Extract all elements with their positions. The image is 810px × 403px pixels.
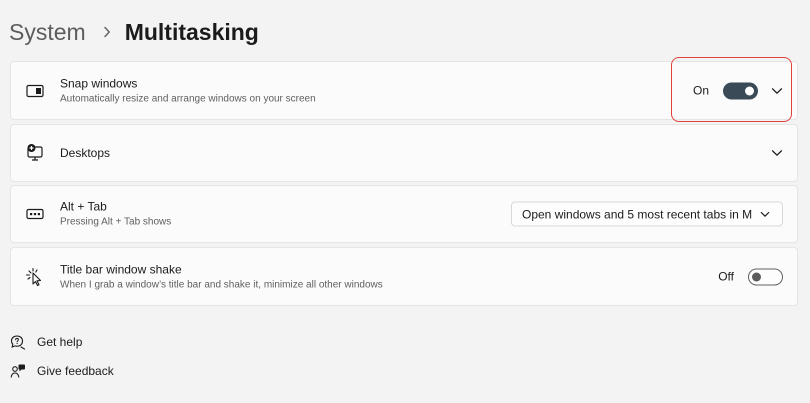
help-icon — [10, 334, 26, 350]
snap-windows-text: Snap windows Automatically resize and ar… — [60, 75, 316, 106]
desktops-text: Desktops — [60, 145, 110, 161]
toggle-knob — [752, 272, 761, 281]
alt-tab-description: Pressing Alt + Tab shows — [60, 216, 172, 228]
snap-windows-icon — [25, 81, 45, 101]
desktops-card[interactable]: Desktops — [10, 124, 798, 182]
give-feedback-link[interactable]: Give feedback — [10, 363, 114, 379]
breadcrumb-system[interactable]: System — [9, 19, 86, 46]
desktops-icon — [25, 143, 45, 163]
settings-page: System Multitasking Snap windows Automat… — [0, 0, 810, 403]
alt-tab-dropdown[interactable]: Open windows and 5 most recent tabs in M — [511, 201, 783, 227]
window-shake-icon — [25, 267, 45, 287]
alt-tab-title: Alt + Tab — [60, 199, 107, 214]
chevron-down-icon[interactable] — [769, 145, 785, 161]
snap-windows-description: Automatically resize and arrange windows… — [60, 93, 316, 104]
window-shake-card: Title bar window shake When I grab a win… — [10, 247, 798, 306]
desktops-title: Desktops — [60, 146, 111, 160]
window-shake-toggle-label: Off — [718, 269, 734, 284]
chevron-down-icon — [760, 211, 770, 218]
snap-windows-title: Snap windows — [60, 76, 138, 90]
chevron-right-icon — [103, 26, 111, 38]
get-help-label: Get help — [37, 335, 83, 349]
window-shake-toggle[interactable] — [748, 268, 783, 285]
window-shake-toggle-group: Off — [718, 268, 783, 285]
page-title: Multitasking — [124, 18, 259, 45]
window-shake-title: Title bar window shake — [60, 262, 182, 276]
feedback-icon — [10, 363, 26, 379]
give-feedback-label: Give feedback — [37, 364, 114, 378]
get-help-link[interactable]: Get help — [10, 334, 82, 350]
window-shake-text: Title bar window shake When I grab a win… — [60, 261, 383, 292]
window-shake-description: When I grab a window’s title bar and sha… — [60, 279, 383, 290]
alt-tab-icon — [25, 204, 45, 224]
alt-tab-text: Alt + Tab Pressing Alt + Tab shows — [60, 199, 171, 230]
highlight-annotation — [671, 57, 792, 122]
alt-tab-card: Alt + Tab Pressing Alt + Tab shows Open … — [10, 185, 798, 243]
alt-tab-dropdown-value: Open windows and 5 most recent tabs in M — [522, 207, 753, 221]
breadcrumb: System Multitasking — [9, 16, 259, 48]
